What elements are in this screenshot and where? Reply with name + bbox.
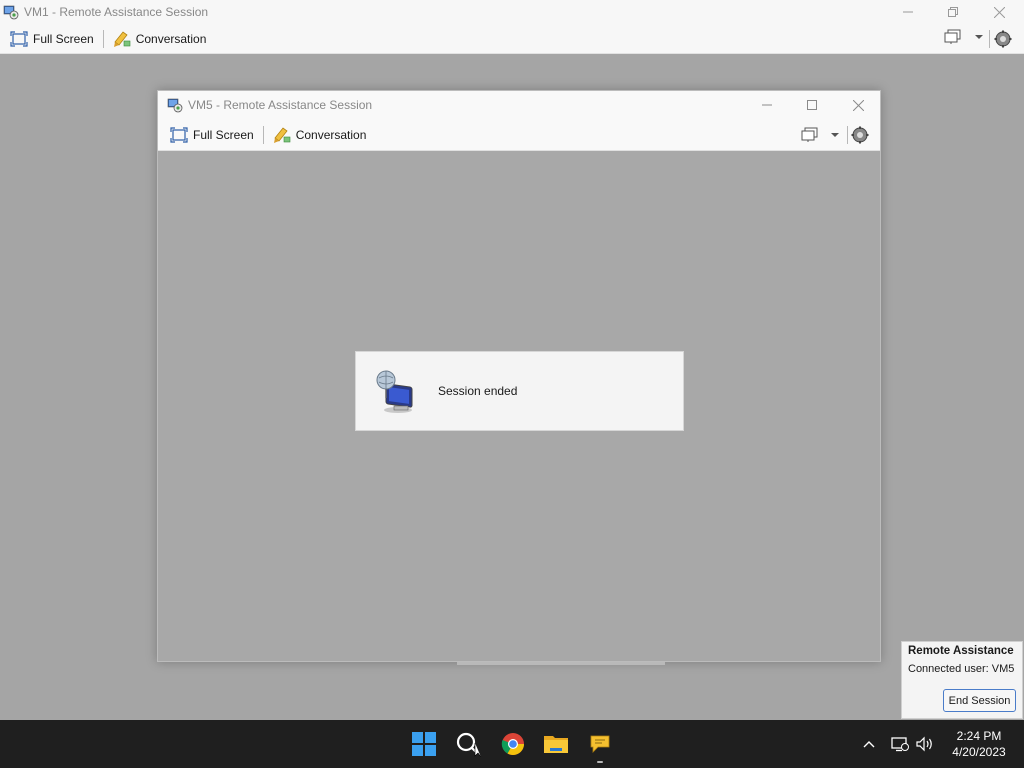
clock-time: 2:24 PM <box>956 729 1002 743</box>
inner-conversation-button[interactable]: Conversation <box>269 123 371 147</box>
remote-assistance-app-icon <box>3 5 19 20</box>
start-button[interactable] <box>408 728 440 760</box>
outer-display-menu[interactable] <box>944 29 984 45</box>
chevron-up-icon <box>863 741 875 748</box>
popup-title: Remote Assistance <box>908 645 1014 657</box>
file-explorer-taskbar-button[interactable] <box>540 728 572 760</box>
conversation-label: Conversation <box>295 127 367 142</box>
running-indicator <box>597 761 603 763</box>
volume-icon <box>916 736 932 752</box>
search-button[interactable] <box>452 728 484 760</box>
conversation-label: Conversation <box>135 31 207 46</box>
close-icon <box>993 6 1005 18</box>
clock-date: 4/20/2023 <box>952 745 1006 759</box>
windows-start-icon <box>412 732 436 756</box>
remote-assistance-taskbar-button[interactable] <box>584 728 616 760</box>
chrome-taskbar-button[interactable] <box>497 728 529 760</box>
inner-toolbar: Full Screen Conversation <box>158 119 880 151</box>
outer-window-title: VM1 - Remote Assistance Session <box>24 5 209 19</box>
toolbar-divider <box>847 126 848 144</box>
show-hidden-icons-button[interactable] <box>858 720 880 768</box>
session-ended-dialog: Session ended <box>355 351 684 431</box>
taskbar-clock[interactable]: 2:24 PM 4/20/2023 <box>944 728 1014 760</box>
connected-user-text: Connected user: VM5 <box>908 663 1015 675</box>
inner-minimize-button[interactable] <box>744 91 790 119</box>
toolbar-divider <box>102 29 104 48</box>
close-icon <box>852 99 864 111</box>
outer-conversation-button[interactable]: Conversation <box>109 27 211 51</box>
session-ended-message: Session ended <box>438 384 518 398</box>
restore-icon <box>948 7 958 17</box>
inner-display-menu[interactable] <box>801 127 840 143</box>
full-screen-icon <box>10 30 28 47</box>
display-settings-icon <box>801 127 818 142</box>
outer-full-screen-button[interactable]: Full Screen <box>6 27 98 51</box>
network-tray-button[interactable] <box>890 720 910 768</box>
minimize-icon <box>903 11 913 13</box>
window-edge <box>457 662 665 665</box>
inner-maximize-button[interactable] <box>789 91 835 119</box>
toolbar-divider <box>262 125 264 144</box>
conversation-icon <box>113 30 131 47</box>
chevron-down-icon <box>831 133 839 137</box>
taskbar: 2:24 PM 4/20/2023 <box>0 720 1024 768</box>
outer-title-bar: VM1 - Remote Assistance Session <box>0 0 1024 24</box>
chevron-down-icon <box>975 35 983 39</box>
network-computer-icon <box>376 370 413 413</box>
inner-full-screen-button[interactable]: Full Screen <box>166 123 258 147</box>
chrome-icon <box>501 733 524 755</box>
remote-assistance-app-icon <box>167 98 183 113</box>
outer-toolbar: Full Screen Conversation <box>0 24 1024 54</box>
end-session-button[interactable]: End Session <box>943 689 1016 712</box>
help-settings-icon <box>851 126 869 144</box>
search-icon <box>456 732 481 757</box>
inner-close-button[interactable] <box>835 91 881 119</box>
outer-help-button[interactable] <box>993 30 1013 51</box>
remote-assistance-icon <box>590 735 610 753</box>
inner-help-button[interactable] <box>850 126 870 147</box>
file-explorer-icon <box>544 736 568 753</box>
outer-minimize-button[interactable] <box>885 0 931 24</box>
minimize-icon <box>762 104 772 106</box>
conversation-icon <box>273 126 291 143</box>
inner-window-title: VM5 - Remote Assistance Session <box>188 98 373 112</box>
network-icon <box>891 737 909 752</box>
toolbar-divider <box>989 30 990 48</box>
full-screen-label: Full Screen <box>193 127 254 142</box>
full-screen-icon <box>170 126 188 143</box>
outer-restore-button[interactable] <box>930 0 976 24</box>
display-settings-icon <box>944 29 961 44</box>
full-screen-label: Full Screen <box>33 31 94 46</box>
outer-close-button[interactable] <box>976 0 1022 24</box>
remote-assistance-popup: Remote Assistance Connected user: VM5 En… <box>901 641 1023 719</box>
volume-tray-button[interactable] <box>914 720 936 768</box>
maximize-icon <box>807 100 817 110</box>
help-settings-icon <box>994 30 1012 48</box>
